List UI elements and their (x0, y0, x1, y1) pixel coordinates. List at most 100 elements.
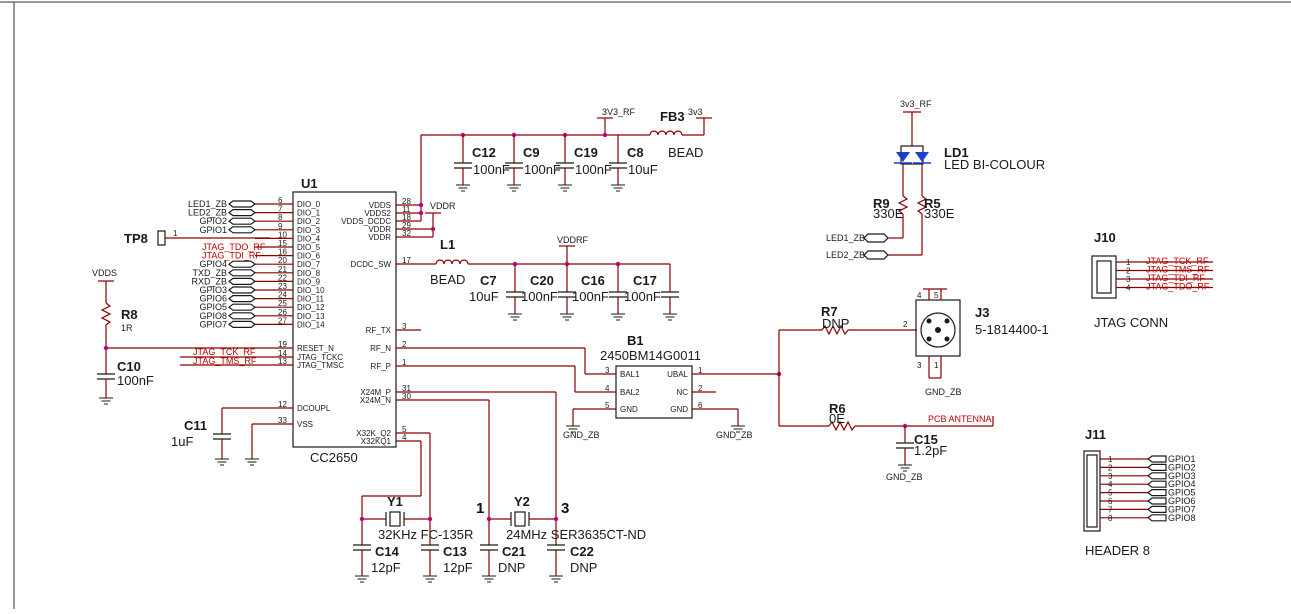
net-port (228, 260, 256, 268)
c13-value: 12pF (443, 560, 473, 575)
cap-ref: C9 (523, 145, 540, 160)
u1-right-pins: 28VDDS 11VDDS2 18VDDS_DCDC 29VDDR 32VDDR17DC… (341, 197, 421, 446)
u1-pin-name: VDDR (368, 233, 391, 242)
net-port (228, 277, 256, 285)
b1-pin-name: GND (620, 405, 638, 414)
ld1-value: LED BI-COLOUR (944, 157, 1045, 172)
cap-ref: C7 (480, 273, 497, 288)
crystal-load-caps: C14 12pF C13 12pF C21 DNP C22 DNP (353, 544, 597, 576)
u1-pin-num: 3 (402, 322, 407, 331)
net-port (228, 286, 256, 294)
j11-net-port (1147, 497, 1167, 505)
net-gnd-zb-c15: GND_ZB (886, 472, 923, 482)
b1-pin-name: UBAL (667, 370, 688, 379)
net-port (228, 226, 256, 234)
b1-balun: B1 2450BM14G0011 3 BAL14 BAL25 GND1UBAL2NC6… (396, 333, 782, 440)
cap-value: 100nF (624, 289, 661, 304)
j11-net-port (1147, 480, 1167, 488)
b1-pin-name: GND (670, 405, 688, 414)
cap-value: 100nF (524, 162, 561, 177)
net-port (228, 217, 256, 225)
b1-pin-name: NC (676, 388, 688, 397)
left-net-labels: LED1_ZBLED2_ZBGPIO2GPIO1JTAG_TDO_RFJTAG_… (188, 199, 266, 329)
j10-pin-num: 4 (1126, 284, 1131, 293)
c21-ref: C21 (502, 544, 526, 559)
tp8-pin: 1 (173, 229, 178, 238)
cap-ref: C16 (581, 273, 605, 288)
l1-ref: L1 (440, 237, 455, 252)
c10-value: 100nF (117, 373, 154, 388)
b1-pin-name: BAL2 (620, 388, 640, 397)
l1-value: BEAD (430, 272, 465, 287)
y2-pin-right: 3 (561, 500, 569, 517)
u1-pin-name: DIO_14 (297, 320, 325, 329)
u1-cc2650: U1 CC2650 6 DIO_07 DIO_18 DIO_29 DIO_310 DIO_… (255, 176, 421, 465)
j11-net-port (1147, 505, 1167, 514)
net-port (228, 200, 256, 208)
r8-ref: R8 (121, 307, 138, 322)
j3-pin4: 4 (917, 291, 922, 300)
u1-pin-num: 27 (278, 316, 287, 325)
u1-pin-name: JTAG_TMSC (297, 361, 344, 370)
u1-pin-name: VSS (297, 420, 313, 429)
j3-pin3: 3 (917, 361, 922, 370)
c13-ref: C13 (443, 544, 467, 559)
top-decoupling-caps: C12 100nF C9 100nF C19 100nF C8 10uF (454, 135, 658, 185)
cap-ref: C17 (633, 273, 657, 288)
c11-ref: C11 (184, 418, 207, 433)
cap-value: 100nF (521, 289, 558, 304)
net-port (228, 320, 256, 328)
reset-network: VDDS R8 1R C10 100nF JTAG_TCK_RF JTAG_TM… (92, 268, 293, 398)
schematic-canvas: U1 CC2650 6 DIO_07 DIO_18 DIO_29 DIO_310 DIO_… (0, 1, 1291, 609)
u1-pin-name: DCOUPL (297, 404, 331, 413)
c11-value: 1uF (171, 434, 193, 449)
c10-ref: C10 (117, 359, 141, 374)
net-port (228, 295, 256, 303)
j3-pin2: 2 (903, 320, 908, 329)
fb3-value: BEAD (668, 145, 703, 160)
c22-value: DNP (570, 560, 597, 575)
net-port (228, 209, 256, 217)
j3-pin5: 5 (934, 291, 939, 300)
r9-value: 330E (873, 206, 904, 221)
net-3v3: 3v3 (688, 107, 703, 117)
c14-ref: C14 (375, 544, 400, 559)
net-vdds: VDDS (92, 268, 117, 278)
cap-value: 10uF (628, 162, 658, 177)
net-label: GPIO7 (199, 319, 227, 329)
y1-ref: Y1 (387, 494, 403, 509)
j11-label: HEADER 8 (1085, 543, 1150, 558)
c22-ref: C22 (570, 544, 594, 559)
j3-pin1: 1 (934, 361, 939, 370)
net-vddrf: VDDRF (557, 235, 589, 245)
y2-value: 24MHz SER3635CT-ND (506, 527, 646, 542)
net-vddr: VDDR (430, 201, 456, 211)
cap-ref: C20 (530, 273, 554, 288)
net-led2-zb: LED2_ZB (826, 250, 865, 260)
c15-value: 1.2pF (914, 443, 947, 458)
net-port (228, 303, 256, 311)
pcb-antenna-label: PCB ANTENNA (928, 414, 992, 424)
net-port (228, 269, 256, 277)
b1-part: 2450BM14G0011 (600, 348, 701, 363)
cap-ref: C19 (574, 145, 598, 160)
u1-left-pins: 6 DIO_07 DIO_18 DIO_29 DIO_310 DIO_415 DIO_516… (255, 196, 325, 329)
u1-pin-name: DCDC_SW (351, 260, 392, 269)
net-gnd-zb-b1r: GND_ZB (716, 430, 753, 440)
u1-ref: U1 (301, 176, 318, 191)
y2-pin-left: 1 (476, 500, 484, 517)
u1-pin-name: RF_P (371, 362, 391, 371)
u1-pin-name: X24M_N (360, 396, 391, 405)
y1-crystal-32k: Y1 32KHz FC-135R (359, 432, 473, 545)
dcdc-decoupling-caps: C710uFC20100nFC16100nFC17100nF (469, 264, 679, 314)
schematic-sheet: U1 CC2650 6 DIO_0 7 DIO_1 8 DIO_2 9 DIO_3 10 DIO_… (0, 0, 1291, 609)
j10-pin-net: JTAG_TDO_RF (1146, 282, 1210, 292)
net-gnd-zb-j3: GND_ZB (925, 387, 962, 397)
j10-label: JTAG CONN (1094, 315, 1168, 330)
r6-value: 0E (829, 411, 845, 426)
j11-pin-net: GPIO8 (1168, 513, 1196, 523)
j10-jtag-connector: J10 JTAG CONN 1 JTAG_TCK_RF2 JTAG_TMS_RF3 J… (1091, 230, 1213, 330)
y2-ref: Y2 (514, 494, 530, 509)
net-port (228, 312, 256, 320)
dcoupl-network: C11 1uF (171, 407, 293, 459)
